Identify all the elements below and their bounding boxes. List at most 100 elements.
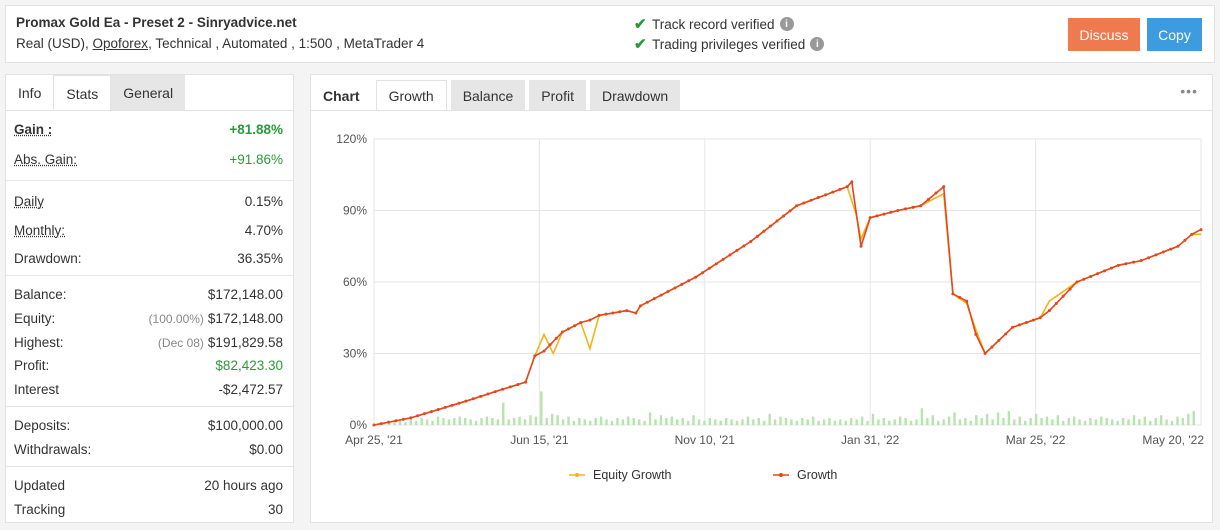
volume-bar [529,415,532,425]
series-point [755,234,759,238]
volume-bar [806,419,809,425]
copy-button[interactable]: Copy [1147,18,1202,51]
deposits-row: Deposits: $100,000.00 [6,414,293,436]
series-point [680,282,684,286]
updated-value: 20 hours ago [204,477,283,493]
updated-row: Updated 20 hours ago [6,474,293,496]
system-title: Promax Gold Ea - Preset 2 - Sinryadvice.… [16,15,297,30]
series-point [1096,272,1100,276]
series-point [372,423,376,427]
deposits-label: Deposits: [14,417,71,433]
divider [6,406,293,407]
abs-gain-label[interactable]: Abs. Gain: [14,152,77,167]
volume-bar [757,418,760,425]
series-point [1061,294,1065,298]
series-point [868,216,872,220]
volume-bar [404,422,407,425]
volume-bar [583,419,587,425]
series-point [1161,250,1165,254]
daily-label[interactable]: Daily [14,194,44,209]
series-point [809,198,813,202]
series-point [673,286,677,290]
series-point [951,292,955,296]
balance-label: Balance: [14,286,67,302]
check-icon: ✔ [634,36,647,53]
discuss-button[interactable]: Discuss [1068,18,1140,51]
volume-bar [692,415,695,425]
series-point [911,205,915,209]
volume-bar [480,418,483,425]
series-point [638,304,642,308]
monthly-label[interactable]: Monthly: [14,223,65,238]
series-point [1154,253,1158,257]
volume-bar [485,416,489,425]
volume-bar [1018,416,1021,425]
equity-label: Equity: [14,310,56,326]
volume-bar [909,420,913,425]
volume-bar [605,419,608,425]
series-point [666,290,670,294]
y-tick-label: 60% [343,275,367,289]
volume-bar [1002,418,1005,425]
series-point [831,190,835,194]
volume-bar [1094,419,1098,425]
volume-bar [1187,413,1190,425]
volume-bar [681,418,684,425]
divider [6,275,293,276]
series-point [566,327,570,331]
volume-bar [409,419,413,425]
series-point [611,311,615,315]
volume-bar [572,420,576,425]
series-point [889,210,893,214]
broker-link[interactable]: Opoforex [93,36,149,51]
x-tick-label: May 20, '22 [1142,433,1204,447]
series-point [845,185,849,189]
withdrawals-value: $0.00 [249,441,283,457]
tab-stats[interactable]: Stats [53,75,112,111]
tab-info[interactable]: Info [6,75,54,111]
volume-bar [1105,418,1108,425]
volume-bar [1170,420,1174,425]
tab-general[interactable]: General [111,75,186,111]
y-tick-label: 0% [350,418,368,432]
series-point [850,180,854,184]
track-record-label: Track record verified [652,16,775,32]
volume-bar [741,419,744,425]
deposits-value: $100,000.00 [207,417,283,433]
system-header: Promax Gold Ea - Preset 2 - Sinryadvice.… [5,5,1215,63]
volume-bar [442,418,445,425]
volume-bar [768,413,771,425]
series-point [457,401,461,405]
legend-marker [779,473,783,477]
volume-bar [1143,416,1147,425]
volume-bar [1024,420,1027,425]
volume-bar [1127,419,1130,425]
stats-panel: Info Stats General Gain : +81.88% Abs. G… [5,74,294,523]
check-icon: ✔ [634,16,647,33]
series-point [974,332,978,336]
series-point [1082,277,1086,281]
volume-bar [1100,416,1103,425]
volume-bar [947,416,951,425]
series-point [775,219,779,223]
series-point [1031,318,1035,322]
series-point [579,321,583,325]
series-point [1147,256,1151,260]
series-point [1109,266,1113,270]
volume-bar [784,418,788,425]
info-icon[interactable]: i [779,17,794,31]
series-point [1190,232,1194,236]
volume-bar [1040,418,1043,425]
series-point [542,349,546,353]
volume-bar [621,419,625,425]
highest-label: Highest: [14,334,64,350]
info-icon[interactable]: i [810,37,825,51]
balance-value: $172,148.00 [207,286,283,302]
volume-bar [556,415,559,425]
gain-label[interactable]: Gain : [14,122,52,137]
series-point [450,403,454,407]
growth-chart: 0% 30% 60% 90% 120% Apr 25, '21 Jun 15, '21 Nov… [336,132,1204,482]
series-point [1024,321,1028,325]
volume-bar [507,419,510,425]
volume-bar [795,420,799,425]
